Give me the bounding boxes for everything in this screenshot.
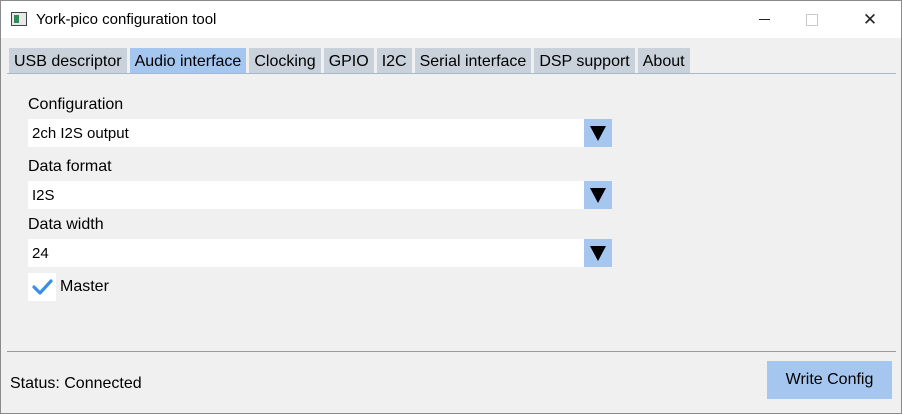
tab-gpio[interactable]: GPIO (323, 48, 374, 73)
data-format-value: I2S (32, 187, 55, 204)
maximize-icon (806, 13, 818, 26)
maximize-button[interactable] (789, 1, 835, 38)
data-format-dropdown-button[interactable] (584, 181, 612, 209)
tab-about[interactable]: About (637, 48, 690, 73)
tab-underline (7, 73, 896, 74)
data-format-select[interactable]: I2S (28, 181, 612, 209)
app-icon (11, 12, 27, 26)
tab-audio-interface[interactable]: Audio interface (129, 48, 247, 73)
tab-clocking[interactable]: Clocking (249, 48, 321, 73)
triangle-down-icon (590, 246, 606, 261)
data-format-label: Data format (28, 158, 112, 175)
status-text: Status: Connected (10, 375, 142, 392)
close-icon: ✕ (862, 9, 878, 29)
triangle-down-icon (590, 126, 606, 141)
close-button[interactable]: ✕ (847, 1, 893, 38)
footer-divider (7, 351, 896, 352)
tab-usb-descriptor[interactable]: USB descriptor (9, 48, 127, 73)
configuration-label: Configuration (28, 96, 124, 113)
app-window: York-pico configuration tool ✕ USB descr… (0, 0, 902, 414)
write-config-button[interactable]: Write Config (767, 361, 892, 399)
minimize-icon (758, 19, 770, 20)
title-bar: York-pico configuration tool ✕ (1, 1, 901, 38)
configuration-dropdown-button[interactable] (584, 119, 612, 147)
data-width-select[interactable]: 24 (28, 239, 612, 267)
master-label: Master (60, 278, 109, 295)
configuration-value: 2ch I2S output (32, 125, 129, 142)
triangle-down-icon (590, 188, 606, 203)
master-checkbox[interactable] (28, 273, 56, 301)
tab-dsp-support[interactable]: DSP support (534, 48, 635, 73)
tab-bar: USB descriptor Audio interface Clocking … (9, 48, 690, 73)
minimize-button[interactable] (741, 1, 787, 38)
configuration-select[interactable]: 2ch I2S output (28, 119, 612, 147)
data-width-dropdown-button[interactable] (584, 239, 612, 267)
checkmark-icon (32, 279, 53, 295)
data-width-value: 24 (32, 245, 49, 262)
data-width-label: Data width (28, 216, 104, 233)
window-title: York-pico configuration tool (36, 11, 217, 28)
tab-i2c[interactable]: I2C (376, 48, 412, 73)
tab-serial-interface[interactable]: Serial interface (414, 48, 532, 73)
